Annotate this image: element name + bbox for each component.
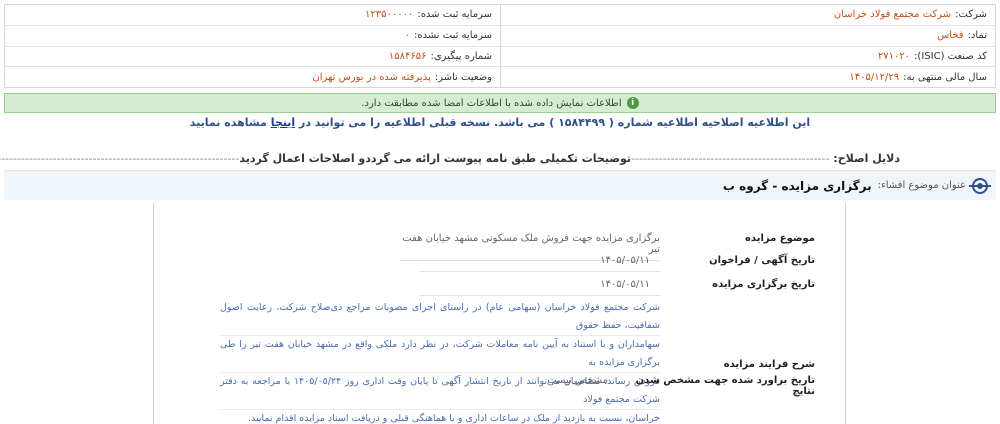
company-value: شرکت مجتمع فولاد خراسان — [833, 9, 952, 21]
previous-version-link[interactable]: اینجا — [271, 116, 295, 129]
held-date-value: ۱۴۰۵/۰۵/۱۱ — [420, 279, 660, 296]
disclosure-subject-value: برگزاری مزایده - گروه ب — [722, 178, 872, 193]
unregistered-capital-label: سرمایه ثبت نشده: — [414, 30, 492, 42]
company-row: شرکت: شرکت مجتمع فولاد خراسان — [501, 5, 995, 26]
registered-capital-row: سرمایه ثبت شده: ۱۲۳۵۰۰۰۰۰ — [5, 5, 500, 26]
result-date-value: مشخص نیست — [547, 375, 608, 386]
publisher-status-value: پذیرفته شده در بورس تهران — [312, 71, 431, 83]
tracking-number-value: ۱۵۸۴۶۵۶ — [388, 50, 427, 62]
registered-capital-value: ۱۲۳۵۰۰۰۰۰ — [364, 9, 414, 21]
registered-capital-label: سرمایه ثبت شده: — [417, 9, 492, 21]
publisher-status-label: وضعیت ناشر: — [434, 71, 492, 83]
symbol-label: نماد: — [967, 30, 987, 42]
process-line: سهامداران و با استناد به آیین نامه معامل… — [220, 336, 660, 373]
process-line: شرکت مجتمع فولاد خراسان (سهامی عام) در ر… — [220, 299, 660, 336]
amendment-notice-text-end: مشاهده نمایید — [189, 116, 267, 129]
process-value: شرکت مجتمع فولاد خراسان (سهامی عام) در ر… — [220, 299, 660, 424]
held-date-label: تاریخ برگزاری مزایده — [712, 279, 815, 290]
ad-date-value: ۱۴۰۵/۰۵/۱۱ — [420, 255, 660, 272]
unregistered-capital-row: سرمایه ثبت نشده: ۰ — [5, 26, 500, 47]
disclosure-subject-label: عنوان موضوع افشاء: — [877, 180, 966, 191]
reasons-dashes-start: ----------------------------------------… — [630, 152, 830, 165]
verification-alert: i اطلاعات نمایش داده شده با اطلاعات امضا… — [4, 93, 996, 113]
ad-date-label: تاریخ آگهی / فراخوان — [709, 255, 815, 266]
reasons-dashes-end: ----------------------------------------… — [0, 152, 240, 165]
ad-date-row: تاریخ آگهی / فراخوان ۱۴۰۵/۰۵/۱۱ — [420, 255, 845, 272]
company-label: شرکت: — [955, 9, 987, 21]
symbol-value: فخاس — [937, 30, 964, 42]
process-line: خراسان، نسبت به بازدید از ملک در ساعات ا… — [220, 410, 660, 424]
company-info-right-column: شرکت: شرکت مجتمع فولاد خراسان نماد: فخاس… — [500, 5, 995, 87]
amendment-notice-text: این اطلاعیه اصلاحیه اطلاعیه شماره ( ۱۵۸۴… — [299, 116, 811, 129]
info-icon: i — [626, 97, 639, 109]
amendment-notice: این اطلاعیه اصلاحیه اطلاعیه شماره ( ۱۵۸۴… — [4, 114, 996, 132]
isic-label: کد صنعت (ISIC): — [914, 50, 987, 62]
target-icon — [969, 177, 991, 194]
isic-value: ۲۷۱۰۲۰ — [877, 50, 911, 62]
verification-alert-text: اطلاعات نمایش داده شده با اطلاعات امضا ش… — [361, 97, 622, 109]
amendment-reasons-text: توضیحات تکمیلی طبق نامه پیوست ارائه می گ… — [239, 152, 631, 165]
auction-details: موضوع مزایده برگزاری مزایده جهت فروش ملک… — [153, 203, 846, 424]
amendment-reasons: دلایل اصلاح: ---------------------------… — [0, 150, 900, 168]
isic-row: کد صنعت (ISIC): ۲۷۱۰۲۰ — [501, 47, 995, 68]
result-date-row: تاریخ براورد شده جهت مشخص شدن نتایج مشخص… — [547, 375, 845, 397]
fiscal-year-label: سال مالی منتهی به: — [903, 71, 987, 83]
publisher-status-row: وضعیت ناشر: پذیرفته شده در بورس تهران — [5, 67, 500, 87]
unregistered-capital-value: ۰ — [404, 30, 411, 42]
company-info-table: شرکت: شرکت مجتمع فولاد خراسان نماد: فخاس… — [4, 4, 996, 88]
fiscal-year-row: سال مالی منتهی به: ۱۴۰۵/۱۲/۲۹ — [501, 67, 995, 87]
disclosure-subject-bar: عنوان موضوع افشاء: برگزاری مزایده - گروه… — [4, 170, 996, 200]
amendment-reasons-label: دلایل اصلاح: — [833, 152, 900, 165]
tracking-number-label: شماره پیگیری: — [430, 50, 492, 62]
process-label: شرح فرایند مزایده — [723, 358, 815, 370]
result-date-label: تاریخ براورد شده جهت مشخص شدن نتایج — [635, 375, 815, 397]
company-info-left-column: سرمایه ثبت شده: ۱۲۳۵۰۰۰۰۰ سرمایه ثبت نشد… — [5, 5, 500, 87]
held-date-row: تاریخ برگزاری مزایده ۱۴۰۵/۰۵/۱۱ — [420, 279, 845, 296]
process-row: شرح فرایند مزایده شرکت مجتمع فولاد خراسا… — [220, 299, 845, 424]
tracking-number-row: شماره پیگیری: ۱۵۸۴۶۵۶ — [5, 47, 500, 68]
symbol-row: نماد: فخاس — [501, 26, 995, 47]
fiscal-year-value: ۱۴۰۵/۱۲/۲۹ — [849, 71, 900, 83]
